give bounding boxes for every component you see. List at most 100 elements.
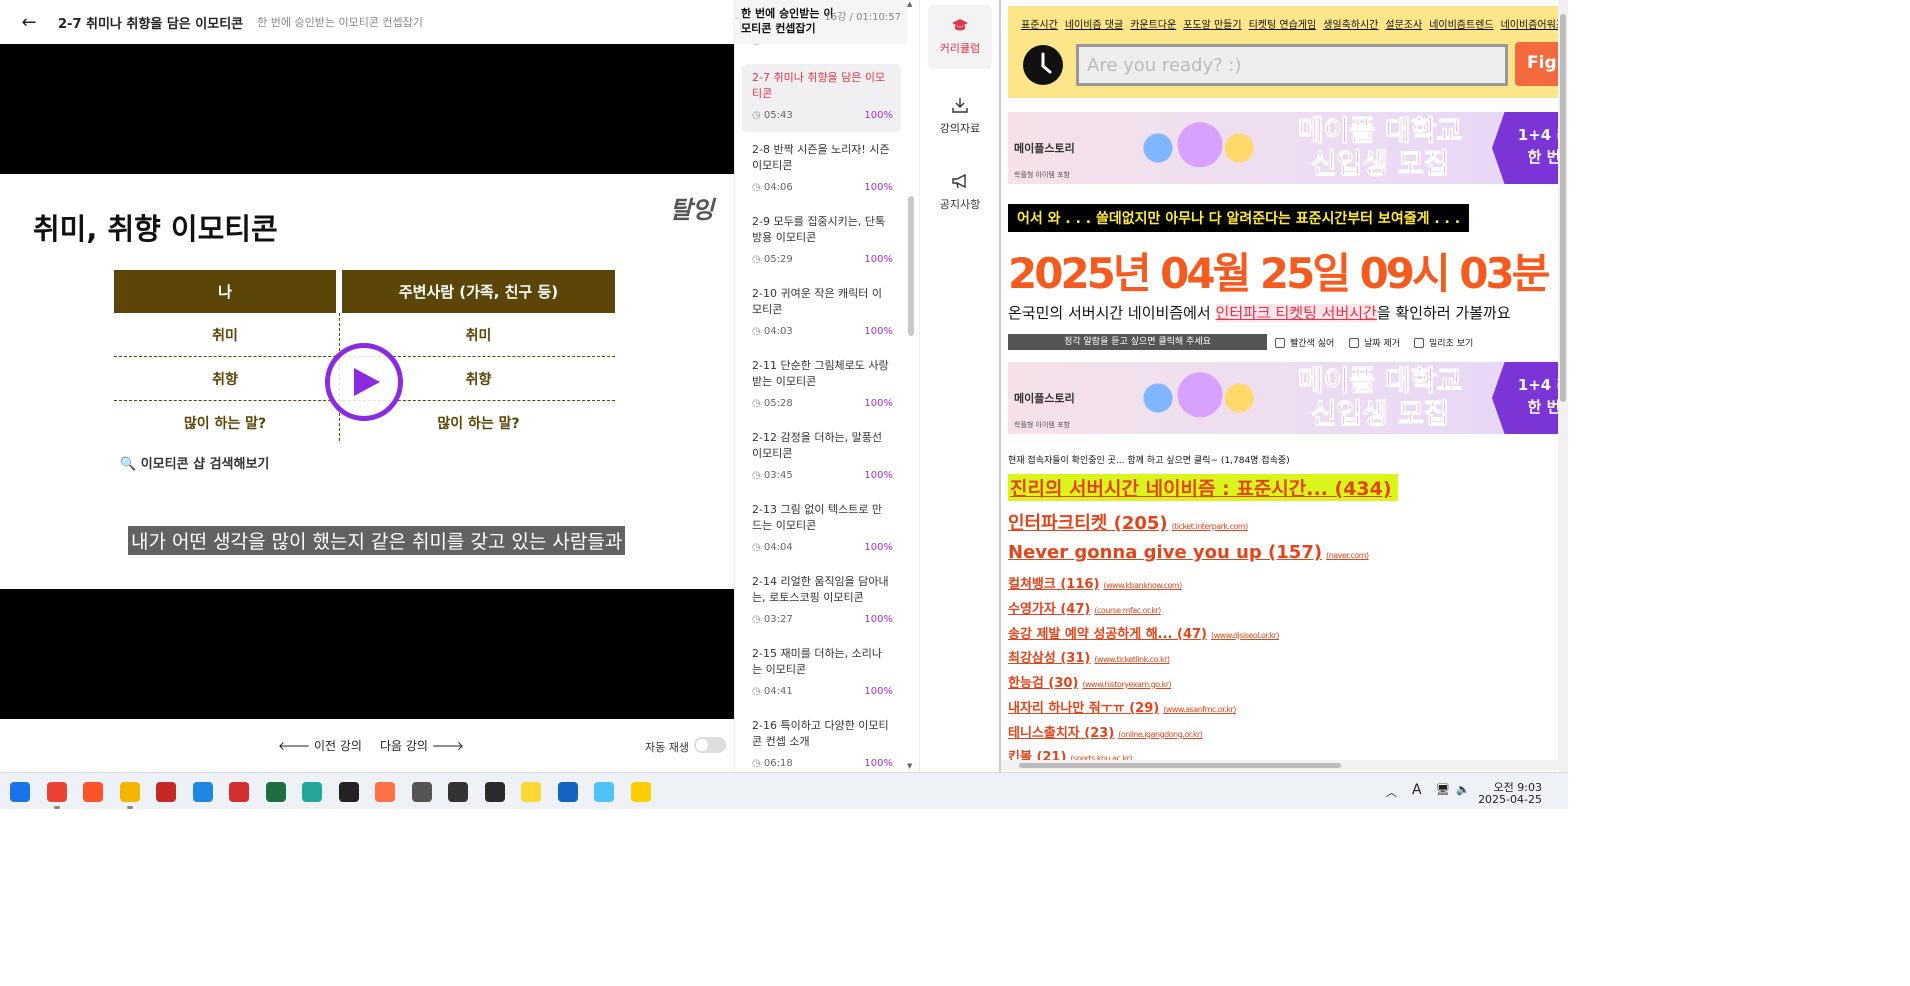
table-cell: 취향 bbox=[212, 372, 238, 388]
checkbox-box[interactable] bbox=[1275, 337, 1285, 348]
checkbox-no-red[interactable]: 빨간색 싫어 bbox=[1275, 336, 1334, 349]
player-topbar: ← 2-7 취미나 취향을 담은 이모티콘 한 번에 승인받는 이모티콘 컨셉잡… bbox=[0, 0, 734, 44]
list-item[interactable]: 2-14 리얼한 움직임을 담아내는, 로토스코핑 이모티콘 03:27 100% bbox=[742, 568, 901, 636]
banner-side: 1+4 리한 번 bbox=[1492, 112, 1568, 184]
ime-indicator[interactable]: A bbox=[1412, 782, 1422, 798]
alarm-button[interactable]: 정각 알람을 듣고 싶으면 클릭해 주세요 bbox=[1008, 334, 1267, 350]
ranking-link[interactable]: 테니스출치자 (23) (online.igangdong.or.kr) bbox=[1008, 722, 1203, 741]
top-link[interactable]: 네이비즘트렌드 bbox=[1429, 20, 1493, 31]
notion-icon[interactable] bbox=[338, 782, 359, 802]
site-search-input[interactable]: Are you ready? :) bbox=[1076, 44, 1508, 86]
chevron-up-icon[interactable]: ︿ bbox=[1386, 784, 1397, 800]
checkbox-box[interactable] bbox=[1349, 337, 1359, 348]
table-header-others: 주변사람 (가족, 친구 등) bbox=[342, 270, 615, 313]
lecture-time: 04:03 bbox=[752, 326, 793, 337]
checkbox-label: 밀리초 보기 bbox=[1429, 339, 1474, 349]
lecture-name: 2-8 반짝 시즌을 노리자! 시즌 이모티콘 bbox=[752, 143, 890, 172]
scroll-up-icon[interactable]: ▲ bbox=[907, 0, 912, 8]
next-lecture-button[interactable]: 다음 강의 🡒 bbox=[380, 737, 464, 754]
checkbox-remove-date[interactable]: 날짜 제거 bbox=[1349, 336, 1400, 349]
excel-icon[interactable] bbox=[265, 782, 286, 802]
browser-horizontal-scrollbar[interactable] bbox=[1001, 760, 1560, 770]
top-link[interactable]: 카운트다운 bbox=[1130, 20, 1176, 31]
ranking-domain: (www.historyexam.go.kr) bbox=[1082, 680, 1172, 689]
notice-tool-button[interactable]: 공지사항 bbox=[928, 160, 992, 224]
top-link[interactable]: 네이비즘어워즈 bbox=[1501, 20, 1565, 31]
ranking-link[interactable]: 인터파크티켓 (205) (ticket.interpark.com) bbox=[1008, 509, 1248, 535]
terminal-icon[interactable] bbox=[484, 782, 505, 802]
ranking-link[interactable]: 컬쳐뱅크 (116) (www.kbanknow.com) bbox=[1008, 573, 1182, 592]
scroll-thumb[interactable] bbox=[1560, 14, 1566, 402]
list-item[interactable]: 2-8 반짝 시즌을 노리자! 시즌 이모티콘 04:06 100% bbox=[742, 136, 901, 204]
sticky-notes-icon[interactable] bbox=[521, 782, 541, 802]
clock-icon bbox=[1023, 45, 1063, 85]
browser-vertical-scrollbar[interactable] bbox=[1558, 0, 1568, 772]
ad-banner[interactable]: 메이플스토리 학플형 아이템 포함 메이플 대학교 신입생 모집 1+4 리한 번 bbox=[1008, 112, 1568, 184]
list-item[interactable]: 2-7 취미나 취향을 담은 이모티콘 05:43 100% bbox=[742, 64, 901, 132]
lecture-progress: 100% bbox=[864, 470, 893, 481]
scroll-thumb[interactable] bbox=[1019, 763, 1341, 768]
chrome-icon[interactable] bbox=[46, 782, 67, 809]
ranking-link[interactable]: 송강 제발 예약 성공하게 해... (47) (www.djsiseol.or.… bbox=[1008, 623, 1280, 642]
ranking-link[interactable]: 내자리 하나만 줘ㅜㅠ (29) (www.asanfmc.or.kr) bbox=[1008, 697, 1236, 716]
brave-icon[interactable] bbox=[83, 782, 103, 802]
info-suffix: 을 확인하러 가볼까요 bbox=[1376, 304, 1511, 322]
top-link[interactable]: 티켓팅 연습게임 bbox=[1249, 20, 1317, 31]
snipping-tool-icon[interactable] bbox=[302, 782, 322, 802]
ranking-name: 한능검 (30) bbox=[1008, 676, 1079, 691]
tool-label: 공지사항 bbox=[939, 198, 981, 211]
materials-tool-button[interactable]: 강의자료 bbox=[928, 84, 992, 148]
table-cell: 취미 bbox=[212, 328, 238, 344]
lecture-time: 05:29 bbox=[752, 254, 793, 265]
ranking-link[interactable]: 진리의 서버시간 네이비즘 : 표준시간... (434) bbox=[1008, 474, 1398, 501]
ranking-link[interactable]: 최강삼성 (31) (www.ticketlink.co.kr) bbox=[1008, 647, 1170, 666]
prev-lecture-button[interactable]: 🡐 이전 강의 bbox=[278, 737, 362, 754]
pdf-tool-icon[interactable] bbox=[411, 782, 432, 802]
checkbox-show-ms[interactable]: 밀리초 보기 bbox=[1414, 336, 1473, 349]
ad-banner[interactable]: 메이플스토리 학플형 아이템 포함 메이플 대학교 신입생 모집 1+4 리한 번 bbox=[1008, 362, 1568, 434]
top-link[interactable]: 포도알 만들기 bbox=[1183, 20, 1241, 31]
list-item[interactable]: 2-12 감정을 더하는, 말풍선 이모티콘 03:45 100% bbox=[742, 424, 901, 492]
checkbox-label: 빨간색 싫어 bbox=[1290, 339, 1335, 349]
notepad-icon[interactable] bbox=[557, 782, 578, 802]
list-item[interactable]: 2-13 그림 없이 텍스트로 만드는 이모티콘 04:04 100% bbox=[742, 496, 901, 564]
list-item[interactable]: 2-9 모두를 집중시키는, 단톡방용 이모티콘 05:29 100% bbox=[742, 208, 901, 276]
file-explorer-icon[interactable] bbox=[119, 782, 140, 809]
ranking-name: 진리의 서버시간 네이비즘 : 표준시간... (434) bbox=[1010, 478, 1392, 500]
network-icon[interactable]: 🖥 bbox=[1436, 783, 1450, 796]
ranking-name: 인터파크티켓 (205) bbox=[1008, 513, 1168, 534]
acrobat-icon[interactable] bbox=[229, 782, 249, 802]
volume-icon[interactable]: 🔈 bbox=[1456, 783, 1470, 796]
windows-start-icon[interactable] bbox=[10, 782, 30, 802]
ranking-link[interactable]: 한능검 (30) (www.historyexam.go.kr) bbox=[1008, 672, 1172, 691]
autoplay-toggle[interactable] bbox=[694, 737, 726, 753]
list-item[interactable]: 2-16 특이하고 다양한 이모티콘 컨셉 소개 06:18 100% bbox=[742, 712, 901, 772]
ranking-domain: (www.asanfmc.or.kr) bbox=[1163, 705, 1236, 714]
curriculum-tool-button[interactable]: 커리큘럼 bbox=[928, 5, 992, 69]
ranking-link[interactable]: Never gonna give you up (157) (naver.com) bbox=[1008, 542, 1369, 563]
list-item[interactable]: 2-15 재미를 더하는, 소리나는 이모티콘 04:41 100% bbox=[742, 640, 901, 708]
ranking-link[interactable]: 수영가자 (47) (course.mfac.or.kr) bbox=[1008, 598, 1161, 617]
github-icon[interactable] bbox=[448, 782, 468, 802]
scroll-down-icon[interactable]: ▼ bbox=[907, 762, 912, 770]
taskbar-date[interactable]: 2025-04-25 bbox=[1478, 793, 1542, 806]
app-blue-icon[interactable] bbox=[192, 782, 213, 802]
arrow-left-icon[interactable]: ← bbox=[0, 12, 58, 33]
checkbox-box[interactable] bbox=[1414, 337, 1424, 348]
list-item[interactable]: 2-11 단순한 그림체로도 사랑받는 이모티콘 05:28 100% bbox=[742, 352, 901, 420]
play-button[interactable] bbox=[325, 343, 403, 421]
top-link[interactable]: 네이비즘 댓글 bbox=[1065, 20, 1123, 31]
paint-icon[interactable] bbox=[594, 782, 614, 802]
list-item[interactable]: 2-10 귀여운 작은 캐릭터 이모티콘 04:03 100% bbox=[742, 280, 901, 348]
app-red-icon[interactable] bbox=[156, 782, 176, 802]
top-link[interactable]: 생일축하시간 bbox=[1323, 20, 1378, 31]
top-link[interactable]: 표준시간 bbox=[1021, 20, 1058, 31]
lecture-time: 04:04 bbox=[752, 542, 793, 553]
chevron-right-icon[interactable]: › bbox=[735, 18, 741, 34]
curriculum-scrollbar[interactable]: ▲ ▼ bbox=[907, 0, 915, 772]
scroll-thumb[interactable] bbox=[908, 196, 914, 336]
kakaotalk-icon[interactable] bbox=[630, 782, 651, 802]
blender-icon[interactable] bbox=[375, 782, 395, 802]
top-link[interactable]: 설문조사 bbox=[1385, 20, 1422, 31]
interpark-server-time-link[interactable]: 인터파크 티켓팅 서버시간 bbox=[1215, 304, 1377, 322]
